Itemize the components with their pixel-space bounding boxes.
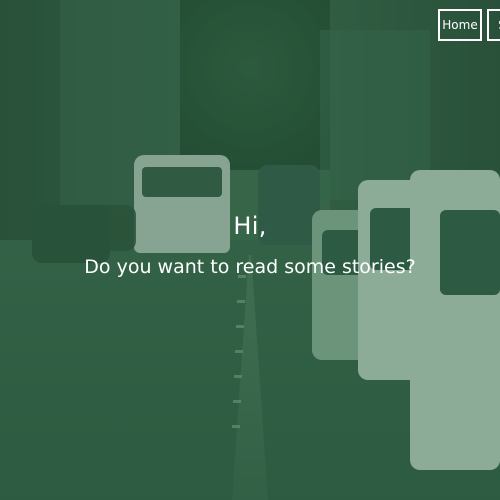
hero-banner <box>0 0 500 500</box>
nav-home-button[interactable]: Home <box>438 9 482 41</box>
hero-greeting: Hi, <box>233 212 267 240</box>
nav-second-button[interactable]: S <box>487 9 500 41</box>
green-overlay <box>0 0 500 500</box>
hero-subtitle: Do you want to read some stories? <box>84 256 416 278</box>
